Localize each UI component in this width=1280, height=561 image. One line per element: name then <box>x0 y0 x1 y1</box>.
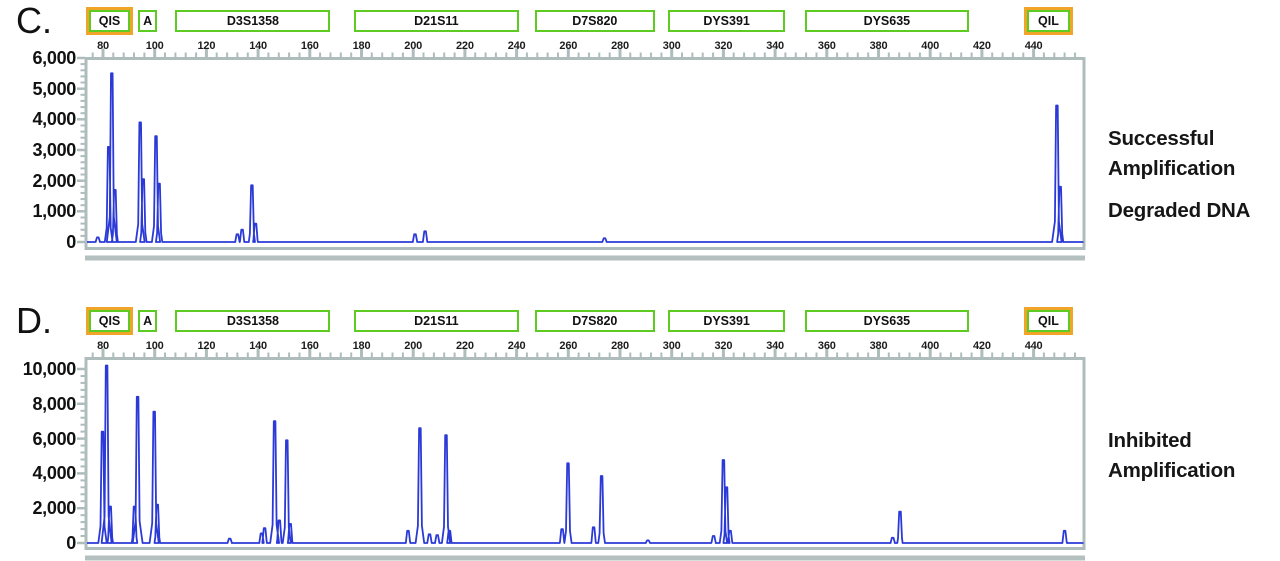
marker-box-qil: QIL <box>1027 10 1070 32</box>
marker-box-a: A <box>138 10 157 32</box>
x-tick-label: 360 <box>805 340 849 352</box>
y-axis-ruler <box>77 58 85 242</box>
y-tick-label: 6,000 <box>0 429 76 449</box>
panel-d: D. QISAD3S1358D21S11D7S820DYS391DYS635QI… <box>0 300 1280 561</box>
x-tick-label: 440 <box>1012 40 1056 52</box>
y-tick-label: 10,000 <box>0 359 76 379</box>
x-tick-label: 280 <box>598 40 642 52</box>
panel-c: C. QISAD3S1358D21S11D7S820DYS391DYS635QI… <box>0 0 1280 300</box>
panel-caption-success: Successful Amplification <box>1108 124 1235 184</box>
caption-line: Degraded DNA <box>1108 196 1250 226</box>
y-tick-label: 2,000 <box>0 498 76 518</box>
x-tick-label: 380 <box>857 40 901 52</box>
x-tick-label: 380 <box>857 340 901 352</box>
plot-frame <box>86 359 1084 549</box>
marker-box-dys391: DYS391 <box>668 310 786 332</box>
y-tick-label: 5,000 <box>0 79 76 99</box>
x-tick-label: 180 <box>340 340 384 352</box>
marker-box-d21s11: D21S11 <box>354 10 519 32</box>
x-tick-label: 140 <box>236 40 280 52</box>
caption-line: Amplification <box>1108 154 1235 184</box>
x-tick-label: 260 <box>546 340 590 352</box>
x-tick-label: 80 <box>81 340 125 352</box>
x-tick-label: 220 <box>443 40 487 52</box>
x-tick-label: 80 <box>81 40 125 52</box>
y-axis-ruler <box>77 369 85 543</box>
caption-line: Inhibited <box>1108 426 1235 456</box>
x-tick-label: 400 <box>908 40 952 52</box>
x-tick-label: 420 <box>960 340 1004 352</box>
x-tick-label: 300 <box>650 340 694 352</box>
panel-caption-degraded: Degraded DNA <box>1108 196 1250 226</box>
marker-box-d7s820: D7S820 <box>535 310 655 332</box>
x-tick-label: 220 <box>443 340 487 352</box>
marker-row: QIS A D3S1358 D21S11 D7S820 DYS391 DYS635 QIL <box>0 0 1280 40</box>
x-tick-label: 440 <box>1012 340 1056 352</box>
x-tick-label: 340 <box>753 340 797 352</box>
x-tick-label: 320 <box>701 40 745 52</box>
marker-box-dys635: DYS635 <box>805 310 969 332</box>
plot-frame <box>86 59 1084 249</box>
marker-box-d21s11: D21S11 <box>354 310 519 332</box>
x-tick-label: 240 <box>495 40 539 52</box>
caption-line: Successful <box>1108 124 1235 154</box>
x-tick-label: 120 <box>184 340 228 352</box>
x-tick-label: 360 <box>805 40 849 52</box>
caption-line: Amplification <box>1108 456 1235 486</box>
x-tick-label: 160 <box>288 340 332 352</box>
y-tick-label: 4,000 <box>0 463 76 483</box>
marker-row: QIS A D3S1358 D21S11 D7S820 DYS391 DYS635 QIL <box>0 300 1280 340</box>
x-tick-label: 160 <box>288 40 332 52</box>
marker-box-a: A <box>138 310 157 332</box>
x-tick-label: 200 <box>391 40 435 52</box>
x-tick-label: 100 <box>133 40 177 52</box>
y-tick-label: 6,000 <box>0 48 76 68</box>
x-tick-label: 240 <box>495 340 539 352</box>
y-tick-label: 4,000 <box>0 109 76 129</box>
x-tick-label: 400 <box>908 340 952 352</box>
x-tick-label: 140 <box>236 340 280 352</box>
marker-box-dys391: DYS391 <box>668 10 786 32</box>
x-tick-label: 320 <box>701 340 745 352</box>
plot-underbar <box>85 256 1085 261</box>
plot-underbar <box>85 556 1085 561</box>
x-tick-label: 300 <box>650 40 694 52</box>
x-tick-label: 180 <box>340 40 384 52</box>
x-tick-label: 100 <box>133 340 177 352</box>
panel-caption-inhibited: Inhibited Amplification <box>1108 426 1235 486</box>
x-tick-label: 120 <box>184 40 228 52</box>
x-tick-label: 420 <box>960 40 1004 52</box>
y-tick-label: 2,000 <box>0 171 76 191</box>
marker-box-d3s1358: D3S1358 <box>175 310 330 332</box>
x-tick-label: 200 <box>391 340 435 352</box>
y-tick-label: 8,000 <box>0 394 76 414</box>
marker-box-d3s1358: D3S1358 <box>175 10 330 32</box>
marker-box-qis: QIS <box>89 310 130 332</box>
y-tick-label: 0 <box>0 232 76 252</box>
marker-box-d7s820: D7S820 <box>535 10 655 32</box>
y-tick-label: 3,000 <box>0 140 76 160</box>
x-tick-label: 340 <box>753 40 797 52</box>
x-tick-label: 280 <box>598 340 642 352</box>
y-tick-label: 1,000 <box>0 201 76 221</box>
y-tick-label: 0 <box>0 533 76 553</box>
marker-box-dys635: DYS635 <box>805 10 969 32</box>
x-tick-label: 260 <box>546 40 590 52</box>
marker-box-qil: QIL <box>1027 310 1070 332</box>
marker-box-qis: QIS <box>89 10 130 32</box>
